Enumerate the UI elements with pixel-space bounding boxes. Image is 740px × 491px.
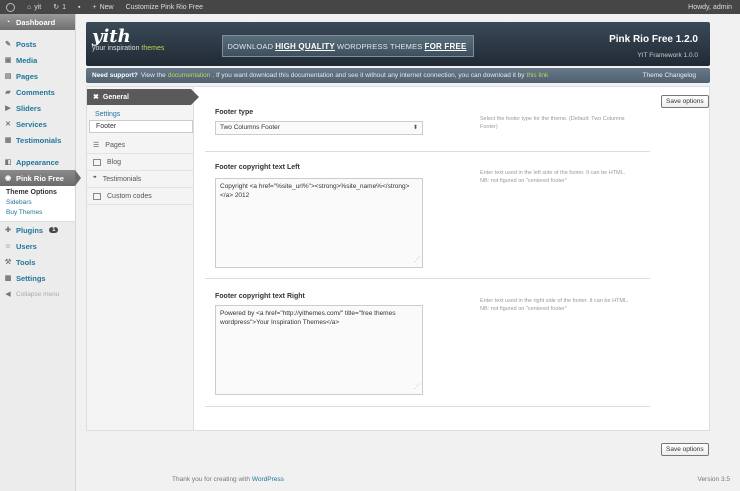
options-content: Save options Footer type Two Columns Foo…: [205, 87, 709, 430]
account-menu[interactable]: Howdy, admin: [682, 0, 740, 14]
download-themes-link[interactable]: DOWNLOAD HIGH QUALITY WORDPRESS THEMES F…: [222, 35, 474, 57]
theme-icon: ◉: [4, 175, 12, 182]
customize-link[interactable]: Customize Pink Rio Free: [120, 0, 209, 14]
copyright-left-description: Enter text used in the left side of the …: [480, 170, 626, 184]
option-copyright-left: Footer copyright text Left Copyright <a …: [205, 152, 650, 279]
code-icon: [93, 192, 101, 200]
theme-banner: yith your inspiration themes DOWNLOAD HI…: [86, 22, 710, 66]
comment-bubble-icon: ▪: [78, 3, 81, 11]
resize-grip-icon[interactable]: ⋰: [414, 383, 420, 392]
site-name-link[interactable]: ⌂ yit: [21, 0, 47, 14]
wrench-icon: ✖: [93, 94, 99, 101]
resize-grip-icon[interactable]: ⋰: [414, 256, 420, 265]
footer-type-select[interactable]: Two Columns Footer ⬍: [215, 121, 423, 135]
admin-sidebar: ◔ Dashboard ✎ Posts ▣ Media ▤ Pages ▰ Comment…: [0, 14, 81, 491]
subtab-footer[interactable]: Footer: [89, 120, 193, 133]
sidebar-item-pink-rio-free[interactable]: ◉ Pink Rio Free: [0, 170, 81, 186]
sliders-icon: ▶: [5, 105, 11, 112]
sidebar-item-appearance[interactable]: ◧ Appearance: [0, 154, 75, 170]
copyright-left-label: Footer copyright text Left: [215, 164, 300, 171]
comments-link[interactable]: ▪: [72, 0, 86, 14]
dashboard-icon: ◔: [5, 18, 11, 26]
collapse-menu-button[interactable]: ◀ Collapse menu: [0, 286, 75, 302]
pages-icon: ▤: [4, 73, 12, 80]
save-options-button-top[interactable]: Save options: [661, 95, 709, 108]
options-panel: ✖ General Settings Footer ☰ Pages Blog ❞ Te…: [86, 86, 710, 431]
wp-version: Version 3.5: [697, 476, 730, 483]
submenu-theme-options[interactable]: Theme Options: [6, 188, 75, 198]
sidebar-item-media[interactable]: ▣ Media: [0, 52, 75, 68]
sidebar-item-services[interactable]: ✕ Services: [0, 116, 75, 132]
submenu-sidebars[interactable]: Sidebars: [6, 198, 75, 208]
framework-version: YIT Framework 1.0.0: [637, 52, 698, 59]
subtab-settings[interactable]: Settings: [95, 111, 120, 118]
select-arrows-icon: ⬍: [412, 125, 418, 131]
media-icon: ▣: [4, 57, 12, 64]
sidebar-item-comments[interactable]: ▰ Comments: [0, 84, 75, 100]
plugins-icon: ✚: [5, 227, 11, 234]
copyright-right-textarea[interactable]: Powered by <a href="http://yithemes.com/…: [215, 305, 423, 395]
pin-icon: ✎: [5, 41, 11, 48]
theme-changelog-link[interactable]: Theme Changelog: [643, 72, 710, 79]
sidebar-item-testimonials[interactable]: ▦ Testimonials: [0, 132, 75, 148]
users-icon: ☺: [4, 242, 12, 250]
quote-icon: ❞: [93, 176, 97, 183]
tab-pages[interactable]: ☰ Pages: [87, 137, 193, 154]
option-copyright-right: Footer copyright text Right Powered by <…: [205, 279, 650, 407]
pink-rio-submenu: Theme Options Sidebars Buy Themes: [0, 186, 75, 222]
sidebar-item-settings[interactable]: ▩ Settings: [0, 270, 75, 286]
copyright-left-textarea[interactable]: Copyright <a href="%site_url%"><strong>%…: [215, 178, 423, 268]
copyright-right-description: Enter text used in the right side of the…: [480, 298, 629, 312]
new-content-menu[interactable]: + New: [87, 0, 120, 14]
sidebar-item-posts[interactable]: ✎ Posts: [0, 36, 75, 52]
sidebar-item-tools[interactable]: ⚒ Tools: [0, 254, 75, 270]
tab-custom-codes[interactable]: Custom codes: [87, 188, 193, 205]
yith-logo: yith your inspiration themes: [92, 26, 165, 52]
tab-testimonials[interactable]: ❞ Testimonials: [87, 171, 193, 188]
plugins-update-badge: 1: [49, 227, 59, 233]
sidebar-item-pages[interactable]: ▤ Pages: [0, 68, 75, 84]
sidebar-item-users[interactable]: ☺ Users: [0, 238, 75, 254]
admin-footer-thanks: Thank you for creating with WordPress: [172, 476, 284, 483]
copyright-right-label: Footer copyright text Right: [215, 293, 305, 300]
comments-icon: ▰: [5, 89, 11, 96]
tools-icon: ⚒: [4, 259, 12, 266]
settings-icon: ▩: [4, 275, 12, 282]
submenu-buy-themes[interactable]: Buy Themes: [6, 208, 75, 218]
services-icon: ✕: [5, 121, 11, 128]
footer-type-label: Footer type: [215, 109, 254, 116]
updates-link[interactable]: ↻ 1: [47, 0, 72, 14]
options-nav: ✖ General Settings Footer ☰ Pages Blog ❞ Te…: [87, 87, 199, 430]
documentation-link[interactable]: documentation: [168, 72, 211, 79]
wp-logo-menu[interactable]: [0, 0, 21, 14]
blog-icon: [93, 158, 101, 166]
appearance-icon: ◧: [4, 159, 12, 166]
sidebar-item-sliders[interactable]: ▶ Sliders: [0, 100, 75, 116]
theme-version: Pink Rio Free 1.2.0: [609, 34, 698, 45]
download-doc-link[interactable]: this link: [527, 72, 549, 79]
footer-type-description: Select the footer type for the theme. (D…: [480, 116, 625, 130]
wordpress-link[interactable]: WordPress: [252, 476, 284, 483]
plus-icon: +: [92, 3, 97, 11]
sidebar-item-plugins[interactable]: ✚ Plugins 1: [0, 222, 75, 238]
list-icon: ☰: [93, 142, 100, 149]
support-bar: Need support? View the documentation . I…: [86, 68, 710, 83]
home-icon: ⌂: [27, 3, 32, 11]
sidebar-item-dashboard[interactable]: ◔ Dashboard: [0, 14, 75, 30]
admin-bar: ⌂ yit ↻ 1 ▪ + New Customize Pink Rio Free H…: [0, 0, 740, 14]
wordpress-icon: [6, 2, 15, 12]
refresh-icon: ↻: [53, 4, 60, 11]
tab-general[interactable]: ✖ General: [87, 89, 199, 105]
save-options-button-bottom[interactable]: Save options: [661, 443, 709, 456]
collapse-icon: ◀: [5, 291, 11, 298]
option-footer-type: Footer type Two Columns Footer ⬍ Select …: [205, 87, 650, 152]
tab-blog[interactable]: Blog: [87, 154, 193, 171]
testimonials-icon: ▦: [4, 137, 12, 144]
